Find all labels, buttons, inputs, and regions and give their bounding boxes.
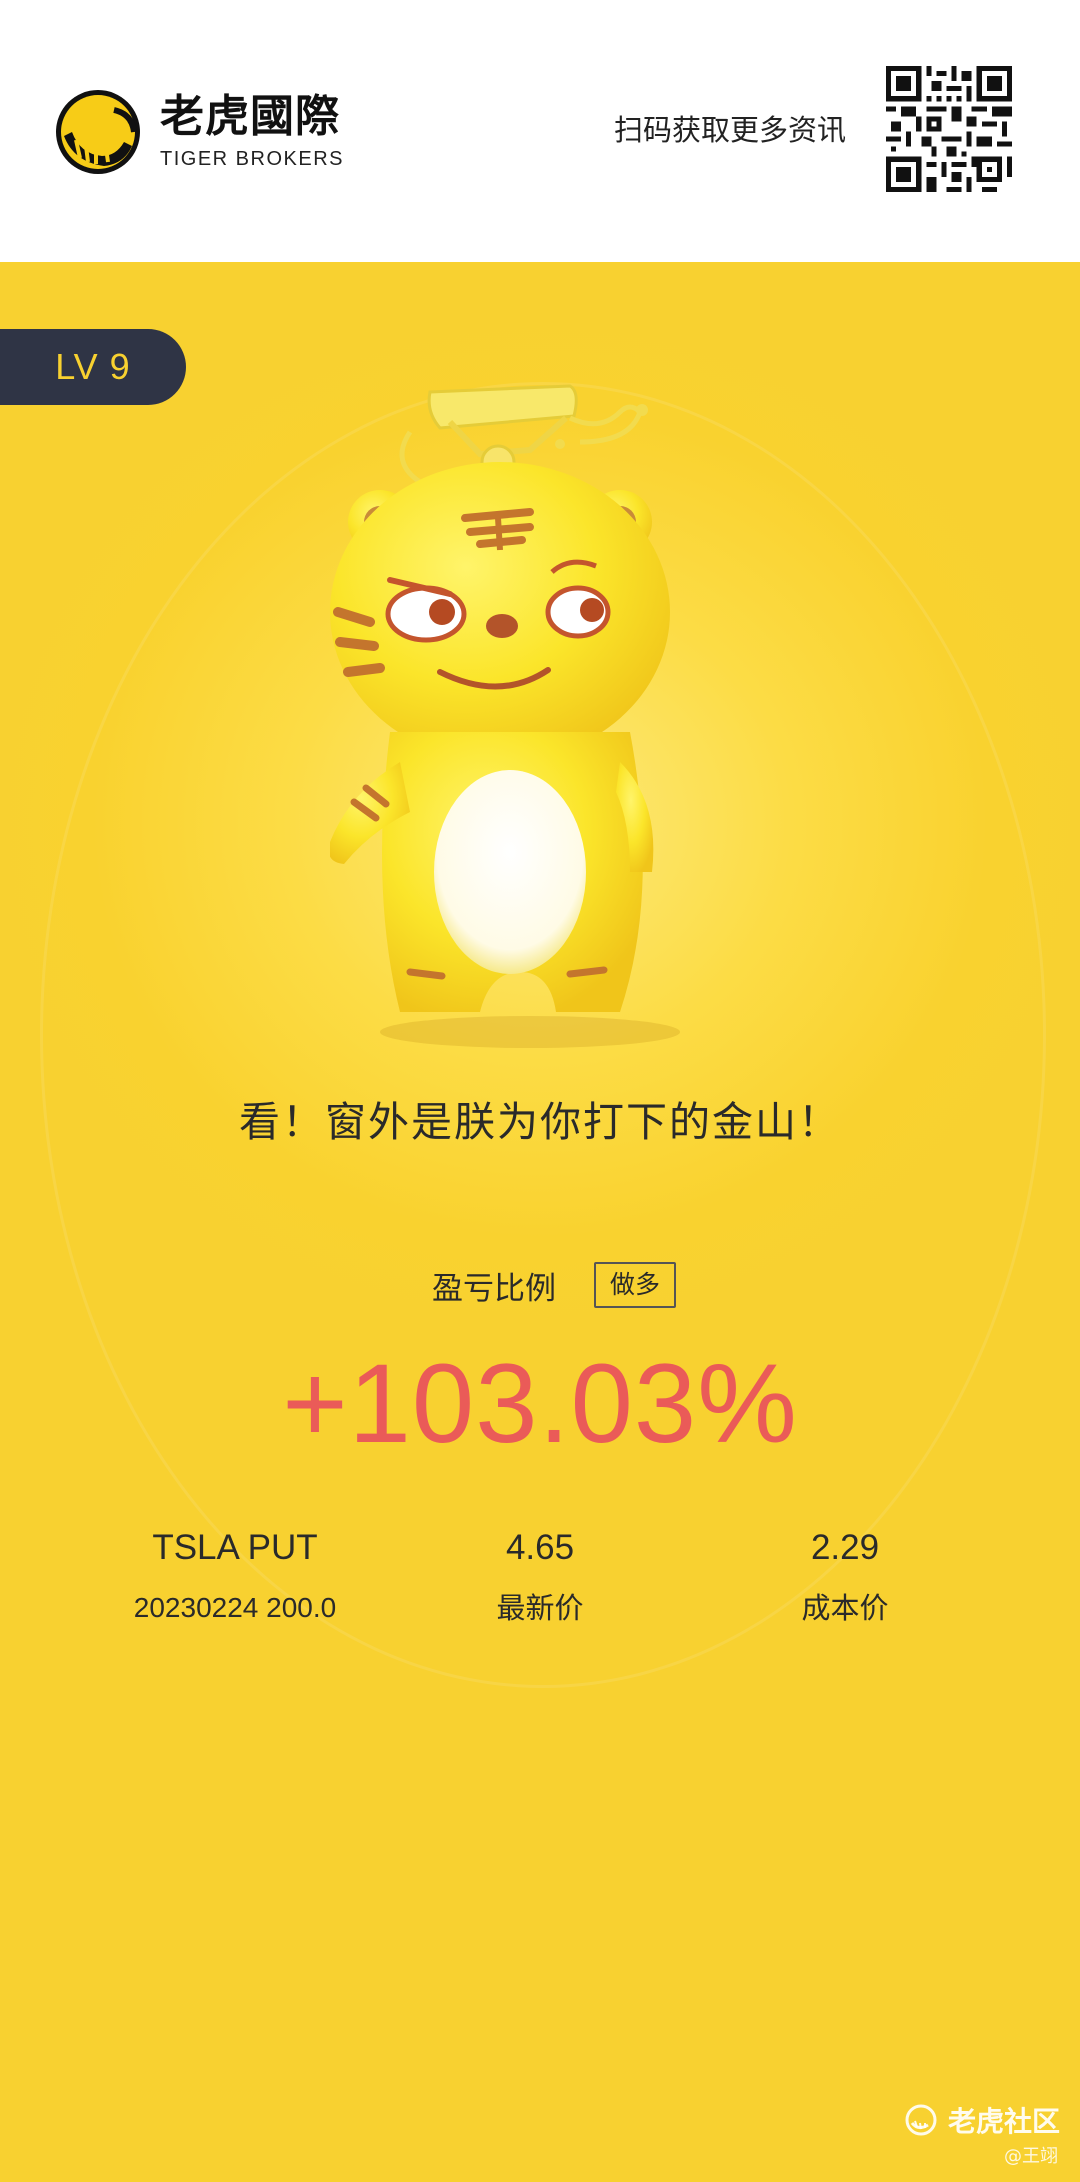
position-stats: TSLA PUT 20230224 200.0 4.65 最新价 2.29 成本… (0, 1524, 1080, 1664)
pnl-ratio-value: +103.03% (282, 1341, 798, 1466)
instrument-column: TSLA PUT 20230224 200.0 (75, 1524, 395, 1628)
tiger-brokers-logo-icon (56, 90, 140, 174)
latest-price-value: 4.65 (505, 1528, 575, 1567)
tiger-community-icon (905, 2104, 937, 2136)
instrument-name: TSLA PUT (152, 1528, 318, 1567)
tiger-mascot-image (330, 384, 680, 1048)
scan-qr-caption: 扫码获取更多资讯 (613, 113, 846, 147)
logo-english-text: TIGER BROKERS (160, 148, 344, 170)
community-watermark: 老虎社区 (904, 2100, 1060, 2140)
slogan-text: 看！窗外是朕为你打下的金山！ (239, 1098, 841, 1146)
logo-chinese-text: 老虎國際 (160, 91, 340, 142)
pnl-ratio-label: 盈亏比例 (431, 1270, 556, 1307)
header: 老虎國際 TIGER BROKERS 扫码获取更多资讯 (0, 0, 1080, 262)
cost-price-label: 成本价 (801, 1591, 889, 1625)
watermark-username: @王翊 (1004, 2146, 1058, 2167)
level-badge: LV 9 (0, 329, 186, 405)
latest-price-column: 4.65 最新价 (380, 1524, 700, 1628)
direction-tag: 做多 (593, 1262, 676, 1308)
tiger-brokers-logo: 老虎國際 TIGER BROKERS (54, 88, 344, 176)
cost-price-column: 2.29 成本价 (685, 1524, 1005, 1628)
share-card: LV 9 看！窗外是朕为你打下的金山！ 盈亏比例 做多 +103.03% TSL… (0, 262, 1080, 2182)
pnl-ratio-row: 盈亏比例 做多 (0, 1262, 1080, 1308)
share-card-page: 老虎國際 TIGER BROKERS 扫码获取更多资讯 LV 9 看！窗外是朕为… (0, 0, 1080, 2182)
community-brand-text: 老虎社区 (947, 2105, 1060, 2138)
contract-detail: 20230224 200.0 (133, 1592, 337, 1623)
latest-price-label: 最新价 (496, 1591, 584, 1625)
cost-price-value: 2.29 (810, 1528, 880, 1567)
qr-code-icon[interactable] (886, 66, 1012, 192)
